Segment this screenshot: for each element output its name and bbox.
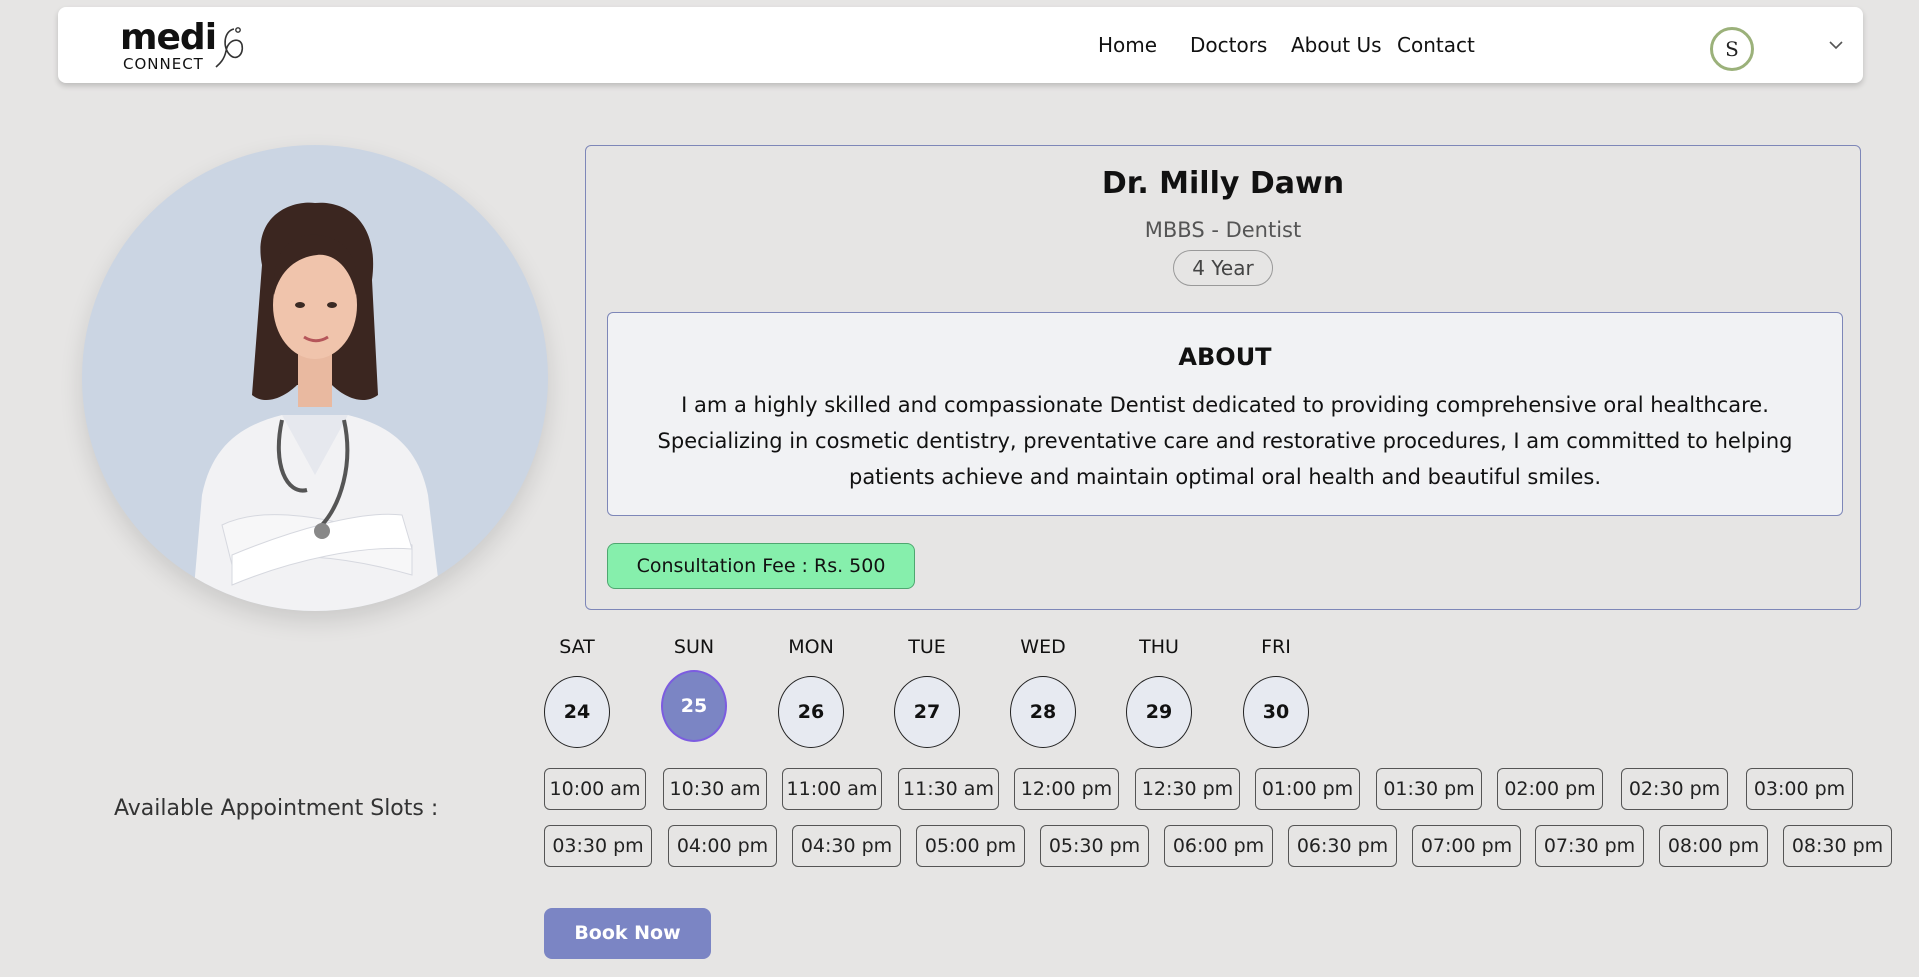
navbar: medi CONNECT Home Doctors About Us Conta…	[58, 7, 1863, 83]
slot-button[interactable]: 02:00 pm	[1497, 768, 1603, 810]
day-sat[interactable]: SAT 24	[544, 636, 610, 748]
about-text: I am a highly skilled and compassionate …	[657, 393, 1793, 489]
about-title: ABOUT	[1178, 343, 1272, 371]
slot-button[interactable]: 08:30 pm	[1783, 825, 1892, 867]
logo[interactable]: medi CONNECT	[120, 17, 260, 75]
slot-button[interactable]: 04:00 pm	[668, 825, 777, 867]
chevron-down-icon[interactable]	[1828, 39, 1844, 51]
day-tue[interactable]: TUE 27	[894, 636, 960, 748]
slot-button[interactable]: 10:30 am	[663, 768, 767, 810]
slot-button[interactable]: 12:30 pm	[1135, 768, 1240, 810]
day-name: TUE	[908, 636, 946, 658]
slot-button[interactable]: 08:00 pm	[1659, 825, 1768, 867]
logo-text-main: medi	[120, 17, 217, 58]
day-number[interactable]: 30	[1243, 676, 1309, 748]
slot-button[interactable]: 07:30 pm	[1535, 825, 1644, 867]
slot-button[interactable]: 10:00 am	[544, 768, 646, 810]
day-name: FRI	[1261, 636, 1291, 658]
doctor-illustration	[192, 202, 442, 611]
day-number[interactable]: 26	[778, 676, 844, 748]
nav-home[interactable]: Home	[1098, 33, 1157, 57]
nav-contact[interactable]: Contact	[1397, 33, 1475, 57]
slot-button[interactable]: 03:30 pm	[544, 825, 652, 867]
day-name: WED	[1020, 636, 1066, 658]
slot-button[interactable]: 06:30 pm	[1288, 825, 1397, 867]
day-number-selected[interactable]: 25	[661, 670, 727, 742]
day-wed[interactable]: WED 28	[1010, 636, 1076, 748]
logo-text-sub: CONNECT	[123, 55, 204, 73]
day-sun[interactable]: SUN 25	[661, 636, 727, 742]
slot-button[interactable]: 04:30 pm	[792, 825, 901, 867]
day-fri[interactable]: FRI 30	[1243, 636, 1309, 748]
doctor-name: Dr. Milly Dawn	[1101, 166, 1345, 201]
slot-button[interactable]: 01:30 pm	[1376, 768, 1482, 810]
doctor-photo	[82, 145, 548, 611]
stethoscope-icon	[215, 27, 244, 68]
slot-button[interactable]: 12:00 pm	[1014, 768, 1119, 810]
day-number[interactable]: 24	[544, 676, 610, 748]
avatar-initial: S	[1725, 37, 1739, 61]
about-section: ABOUT I am a highly skilled and compassi…	[607, 312, 1843, 516]
slot-button[interactable]: 03:00 pm	[1746, 768, 1853, 810]
day-name: MON	[788, 636, 834, 658]
day-number[interactable]: 27	[894, 676, 960, 748]
doctor-info-card: Dr. Milly Dawn MBBS - Dentist 4 Year ABO…	[585, 145, 1861, 610]
book-now-button[interactable]: Book Now	[544, 908, 711, 959]
day-thu[interactable]: THU 29	[1126, 636, 1192, 748]
slot-button[interactable]: 06:00 pm	[1164, 825, 1273, 867]
day-number[interactable]: 28	[1010, 676, 1076, 748]
consultation-fee-badge: Consultation Fee : Rs. 500	[607, 543, 915, 589]
avatar[interactable]: S	[1710, 27, 1754, 71]
slot-button[interactable]: 11:00 am	[782, 768, 882, 810]
day-mon[interactable]: MON 26	[778, 636, 844, 748]
day-name: SUN	[673, 636, 715, 658]
slot-button[interactable]: 01:00 pm	[1255, 768, 1360, 810]
slot-button[interactable]: 05:30 pm	[1040, 825, 1149, 867]
nav-about-us[interactable]: About Us	[1291, 33, 1382, 57]
doctor-specialty: MBBS - Dentist	[1144, 218, 1302, 242]
day-name: SAT	[559, 636, 595, 658]
day-name: THU	[1139, 636, 1179, 658]
slot-button[interactable]: 05:00 pm	[916, 825, 1025, 867]
available-slots-label: Available Appointment Slots :	[114, 796, 439, 821]
experience-badge: 4 Year	[1173, 250, 1273, 286]
slot-button[interactable]: 07:00 pm	[1412, 825, 1521, 867]
nav-doctors[interactable]: Doctors	[1190, 33, 1267, 57]
slot-button[interactable]: 02:30 pm	[1621, 768, 1728, 810]
day-number[interactable]: 29	[1126, 676, 1192, 748]
slot-button[interactable]: 11:30 am	[898, 768, 999, 810]
